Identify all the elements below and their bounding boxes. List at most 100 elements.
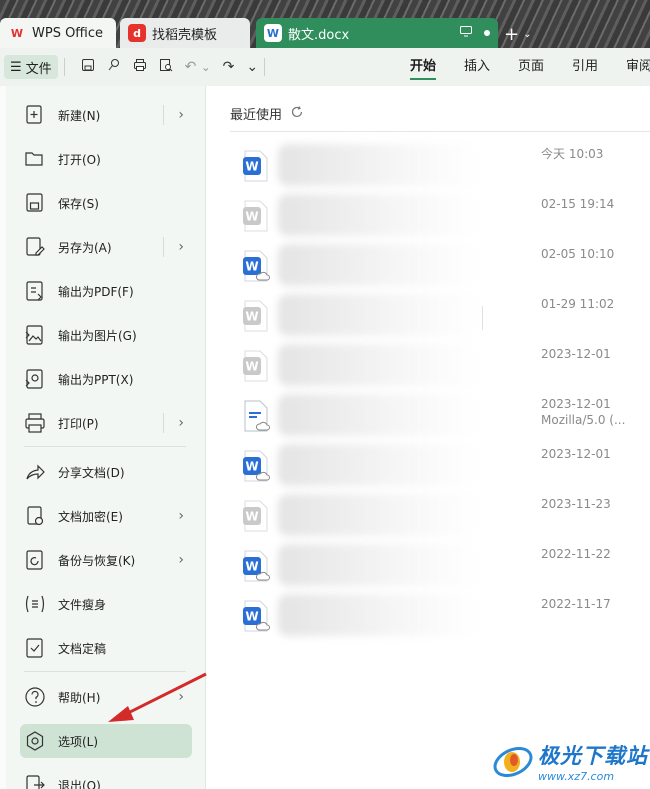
save-icon[interactable] bbox=[81, 58, 95, 76]
word-doc-gray-icon: W bbox=[242, 300, 270, 332]
chevron-right-icon[interactable]: › bbox=[178, 508, 184, 524]
save-icon bbox=[24, 192, 46, 214]
blurred-filename bbox=[278, 144, 478, 186]
file-menu-item-label: 保存(S) bbox=[58, 196, 99, 211]
file-menu-item[interactable]: 备份与恢复(K) › bbox=[20, 543, 192, 577]
blurred-filename bbox=[278, 444, 478, 486]
recent-file-time: 2022-11-17 bbox=[541, 596, 611, 612]
print-preview-icon[interactable] bbox=[159, 58, 173, 76]
tab-label: 散文.docx bbox=[288, 27, 350, 43]
tab-home[interactable]: 开始 bbox=[396, 48, 450, 86]
file-menu-item[interactable]: 帮助(H) › bbox=[20, 680, 192, 714]
folder-open-icon bbox=[24, 148, 46, 170]
word-doc-gray-icon: W bbox=[242, 200, 270, 232]
word-doc-icon: W bbox=[264, 24, 282, 42]
unsaved-dot-icon bbox=[484, 30, 490, 36]
redo-icon[interactable]: ↷ bbox=[223, 59, 235, 75]
watermark-title: 极光下载站 bbox=[538, 743, 648, 768]
recent-file-row[interactable]: W 2022-11-22 bbox=[242, 540, 642, 590]
divider bbox=[264, 58, 266, 76]
divider bbox=[163, 105, 164, 125]
refresh-icon[interactable] bbox=[290, 105, 304, 123]
file-menu-item[interactable]: 文档定稿 bbox=[20, 631, 192, 665]
settings-icon bbox=[24, 730, 46, 752]
recent-file-row[interactable]: W 2023-12-01 bbox=[242, 340, 642, 390]
tab-find-template[interactable]: d 找稻壳模板 bbox=[120, 18, 250, 48]
format-painter-icon[interactable] bbox=[107, 58, 121, 76]
file-menu-item[interactable]: 选项(L) bbox=[20, 724, 192, 758]
file-menu-item-label: 打开(O) bbox=[58, 152, 101, 167]
tab-wps-office[interactable]: W WPS Office bbox=[0, 18, 116, 48]
file-menu-item-label: 帮助(H) bbox=[58, 690, 101, 705]
blurred-filename bbox=[278, 244, 478, 286]
file-menu-item[interactable]: 文档加密(E) › bbox=[20, 499, 192, 533]
file-menu-item-label: 另存为(A) bbox=[58, 240, 112, 255]
file-menu-item-label: 输出为PPT(X) bbox=[58, 372, 134, 387]
chevron-right-icon[interactable]: › bbox=[178, 415, 184, 431]
file-menu-item[interactable]: 输出为PDF(F) bbox=[20, 274, 192, 308]
word-doc-icon: W bbox=[242, 150, 270, 182]
finalize-icon bbox=[24, 637, 46, 659]
divider bbox=[63, 58, 65, 76]
recent-file-row[interactable]: W 2022-11-17 bbox=[242, 590, 642, 640]
file-menu-item[interactable]: 输出为PPT(X) bbox=[20, 362, 192, 396]
recent-file-timestamp: 2022-11-17 bbox=[541, 597, 611, 611]
printer-icon bbox=[24, 412, 46, 434]
recent-file-row[interactable]: W 02-15 19:14 bbox=[242, 190, 642, 240]
tab-page[interactable]: 页面 bbox=[504, 48, 558, 86]
svg-text:W: W bbox=[245, 310, 258, 324]
file-menu-item[interactable]: 打开(O) bbox=[20, 142, 192, 176]
recent-file-time: 02-05 10:10 bbox=[541, 246, 614, 262]
recent-file-timestamp: 02-15 19:14 bbox=[541, 197, 615, 211]
lock-icon bbox=[24, 505, 46, 527]
plus-icon: + bbox=[504, 23, 520, 45]
file-menu-item-label: 文档定稿 bbox=[58, 641, 107, 656]
new-file-icon bbox=[24, 104, 46, 126]
recent-file-extra: Mozilla/5.0 (... bbox=[541, 413, 626, 427]
word-cloud-icon: W bbox=[242, 250, 270, 282]
recent-file-row[interactable]: W 2023-11-23 bbox=[242, 490, 642, 540]
monitor-icon[interactable] bbox=[460, 26, 472, 40]
tab-review[interactable]: 审阅 bbox=[612, 48, 650, 86]
watermark-url: www.xz7.com bbox=[538, 769, 615, 783]
print-icon[interactable] bbox=[133, 58, 147, 76]
file-menu-panel: 新建(N) › 打开(O) 保存(S) 另存为(A) › 输出为PDF(F) 输出为图片(G)… bbox=[6, 86, 206, 789]
text-cloud-icon bbox=[242, 400, 270, 432]
file-menu-item[interactable]: 分享文档(D) bbox=[20, 455, 192, 489]
file-menu-button[interactable]: ☰ 文件 bbox=[4, 55, 58, 79]
file-menu-item[interactable]: 输出为图片(G) bbox=[20, 318, 192, 352]
file-menu-item[interactable]: 新建(N) › bbox=[20, 98, 192, 132]
tab-insert[interactable]: 插入 bbox=[450, 48, 504, 86]
recent-file-row[interactable]: W 今天 10:03 bbox=[242, 140, 642, 190]
more-chevron-icon[interactable]: ⌄ bbox=[246, 59, 258, 75]
recent-file-row[interactable]: W 01-29 11:02 bbox=[242, 290, 642, 340]
tab-label: 找稻壳模板 bbox=[152, 27, 218, 43]
chevron-right-icon[interactable]: › bbox=[178, 552, 184, 568]
recent-file-timestamp: 02-05 10:10 bbox=[541, 247, 615, 261]
recent-file-row[interactable]: W 2023-12-01 bbox=[242, 440, 642, 490]
chevron-right-icon[interactable]: › bbox=[178, 107, 184, 123]
divider bbox=[24, 671, 186, 672]
svg-text:W: W bbox=[245, 360, 258, 374]
chevron-right-icon[interactable]: › bbox=[178, 689, 184, 705]
new-tab-button[interactable]: + ⌄ bbox=[504, 22, 542, 46]
undo-icon[interactable]: ↶ ⌄ bbox=[185, 59, 211, 75]
export-ppt-icon bbox=[24, 368, 46, 390]
file-menu-item-label: 退出(Q) bbox=[58, 778, 101, 789]
tab-document[interactable]: W 散文.docx bbox=[256, 18, 498, 48]
tab-reference[interactable]: 引用 bbox=[558, 48, 612, 86]
recent-file-timestamp: 2023-12-01 bbox=[541, 397, 611, 411]
file-menu-item[interactable]: 退出(Q) bbox=[20, 768, 192, 789]
file-menu-item[interactable]: 打印(P) › bbox=[20, 406, 192, 440]
file-menu-item-label: 分享文档(D) bbox=[58, 465, 125, 480]
file-menu-item[interactable]: 另存为(A) › bbox=[20, 230, 192, 264]
chevron-right-icon[interactable]: › bbox=[178, 239, 184, 255]
file-menu-item[interactable]: 保存(S) bbox=[20, 186, 192, 220]
file-menu-item[interactable]: 文件瘦身 bbox=[20, 587, 192, 621]
file-menu-item-label: 新建(N) bbox=[58, 108, 101, 123]
help-icon bbox=[24, 686, 46, 708]
recent-file-row[interactable]: W 02-05 10:10 bbox=[242, 240, 642, 290]
recent-file-row[interactable]: 2023-12-01 Mozilla/5.0 (... bbox=[242, 390, 642, 440]
recent-file-time: 01-29 11:02 bbox=[541, 296, 614, 312]
file-menu-item-label: 输出为PDF(F) bbox=[58, 284, 134, 299]
